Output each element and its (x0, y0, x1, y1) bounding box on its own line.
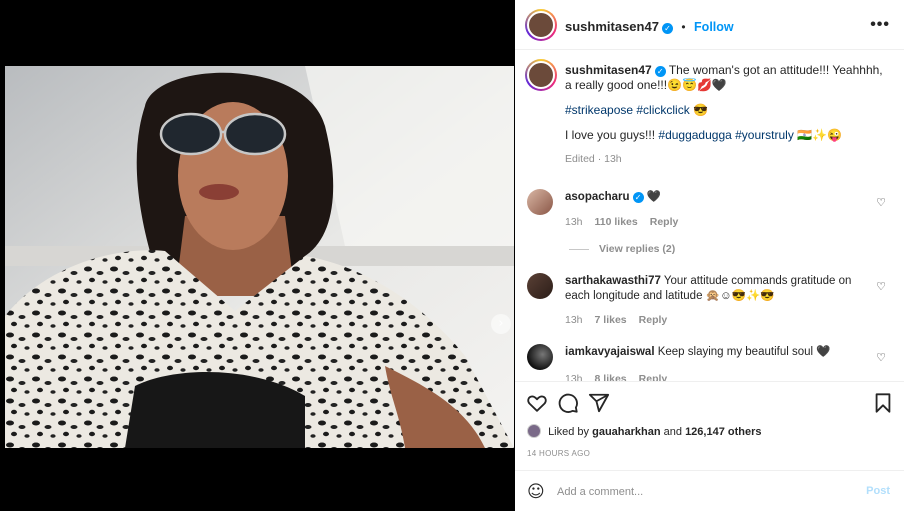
comment-body: iamkavyajaiswal Keep slaying my beautifu… (565, 345, 865, 360)
commenter-avatar[interactable] (527, 189, 553, 215)
verified-icon: ✓ (661, 23, 673, 34)
commenter-avatar[interactable] (527, 344, 553, 370)
comment-time: 13h (565, 314, 583, 326)
likes-prefix: Liked by (548, 426, 590, 438)
comment-username[interactable]: asopacharu (565, 191, 630, 203)
selfie-image (5, 66, 514, 448)
comment-actions: 13h 8 likes Reply (565, 373, 667, 381)
comment-time: 13h (565, 216, 583, 228)
bookmark-icon[interactable] (872, 392, 894, 414)
heart-icon[interactable] (526, 392, 548, 414)
caption-meta: Edited · 13h (565, 153, 622, 165)
post-photo[interactable]: › (5, 66, 514, 448)
comments-scroll-area[interactable]: sushmitasen47 ✓ The woman's got an attitu… (515, 51, 904, 381)
more-options-icon[interactable]: ••• (870, 16, 890, 34)
comment-body: sarthakawasthi77 Your attitude commands … (565, 274, 865, 304)
liker-username[interactable]: gauaharkhan (592, 426, 660, 438)
comment-likes[interactable]: 110 likes (595, 216, 638, 228)
verified-icon: ✓ (632, 192, 644, 203)
post-button[interactable]: Post (866, 485, 890, 497)
likes-summary: Liked by gauaharkhan and 126,147 others (527, 424, 762, 438)
separator-dot: • (681, 20, 686, 34)
likes-and: and (663, 426, 682, 438)
author-avatar[interactable] (525, 9, 557, 41)
comment-like-icon[interactable]: ♡ (876, 196, 886, 209)
post-side-panel: sushmitasen47 ✓ • Follow ••• sushmitasen4… (515, 0, 904, 511)
comment-item: sarthakawasthi77 Your attitude commands … (527, 273, 892, 333)
caption-username[interactable]: sushmitasen47 (565, 63, 652, 77)
reply-button[interactable]: Reply (639, 314, 668, 326)
post-header: sushmitasen47 ✓ • Follow ••• (515, 0, 904, 50)
comment-actions: 13h 7 likes Reply (565, 314, 667, 326)
caption-avatar[interactable] (525, 59, 557, 91)
author-line: sushmitasen47 ✓ • Follow (565, 18, 734, 36)
likes-count[interactable]: 126,147 others (685, 426, 761, 438)
caption-line3-text: I love you guys!!! (565, 128, 656, 142)
comment-item: asopacharu ✓ 🖤 ♡ 13h 110 likes Reply (527, 189, 892, 249)
comment-like-icon[interactable]: ♡ (876, 351, 886, 364)
comment-time: 13h (565, 373, 583, 381)
view-replies-button[interactable]: View replies (2) (569, 243, 675, 255)
post-caption: sushmitasen47 ✓ The woman's got an attitu… (565, 63, 890, 167)
carousel-next-button[interactable]: › (491, 314, 511, 334)
post-timestamp[interactable]: 14 HOURS AGO (527, 449, 590, 458)
liker-avatar[interactable] (527, 424, 541, 438)
comment-like-icon[interactable]: ♡ (876, 280, 886, 293)
add-comment-bar: ☺ Post (515, 470, 904, 511)
caption-line3: I love you guys!!! #duggadugga #yourstru… (565, 128, 890, 143)
comment-actions: 13h 110 likes Reply (565, 216, 678, 228)
caption-line3-emoji: 🇮🇳✨😜 (797, 128, 842, 142)
comment-body: asopacharu ✓ 🖤 (565, 190, 865, 205)
post-modal: › sushmitasen47 ✓ • Follow ••• sushmitas… (0, 0, 904, 511)
post-actions-bar (515, 381, 904, 421)
comment-icon[interactable] (557, 392, 579, 414)
verified-icon: ✓ (654, 66, 666, 77)
comment-likes[interactable]: 8 likes (595, 373, 627, 381)
emoji-icon[interactable]: ☺ (527, 482, 545, 502)
comment-username[interactable]: iamkavyajaiswal (565, 346, 655, 358)
follow-button[interactable]: Follow (694, 20, 734, 34)
caption-line3-tags[interactable]: #duggadugga #yourstruly (658, 128, 793, 142)
comment-text: 🖤 (646, 191, 662, 203)
commenter-avatar[interactable] (527, 273, 553, 299)
comment-text: Keep slaying my beautiful soul 🖤 (657, 346, 831, 358)
comment-item: iamkavyajaiswal Keep slaying my beautifu… (527, 344, 892, 381)
comment-username[interactable]: sarthakawasthi77 (565, 275, 661, 287)
caption-hashtags[interactable]: #strikeapose #clickclick 😎 (565, 103, 890, 118)
comment-input[interactable] (557, 483, 837, 500)
comment-likes[interactable]: 7 likes (595, 314, 627, 326)
share-icon[interactable] (588, 392, 610, 414)
author-username[interactable]: sushmitasen47 (565, 19, 659, 34)
reply-button[interactable]: Reply (639, 373, 668, 381)
reply-button[interactable]: Reply (650, 216, 679, 228)
